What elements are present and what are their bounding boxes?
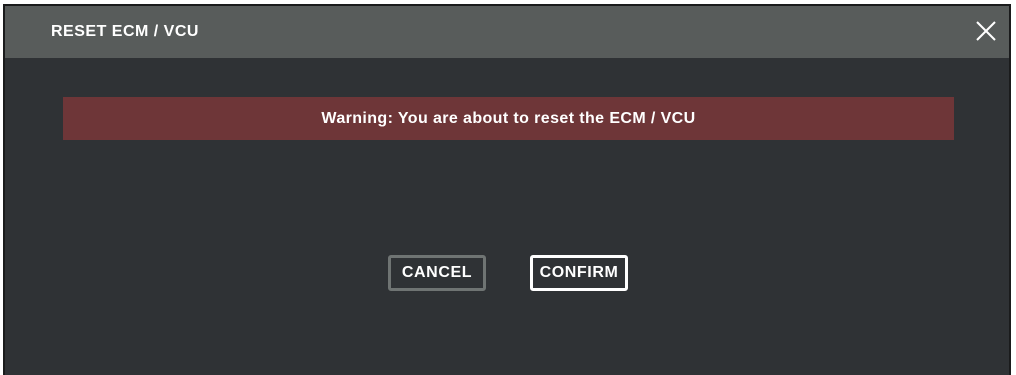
dialog-title: RESET ECM / VCU [51, 23, 199, 40]
warning-banner: Warning: You are about to reset the ECM … [63, 97, 954, 140]
warning-text: Warning: You are about to reset the ECM … [321, 109, 696, 127]
cancel-button[interactable]: CANCEL [388, 255, 486, 291]
reset-dialog: RESET ECM / VCU Warning: You are about t… [3, 4, 1011, 375]
close-icon[interactable] [973, 18, 999, 44]
confirm-button[interactable]: CONFIRM [530, 255, 628, 291]
dialog-titlebar: RESET ECM / VCU [5, 6, 1009, 58]
cancel-button-label: CANCEL [401, 264, 473, 281]
confirm-button-label: CONFIRM [539, 264, 619, 281]
